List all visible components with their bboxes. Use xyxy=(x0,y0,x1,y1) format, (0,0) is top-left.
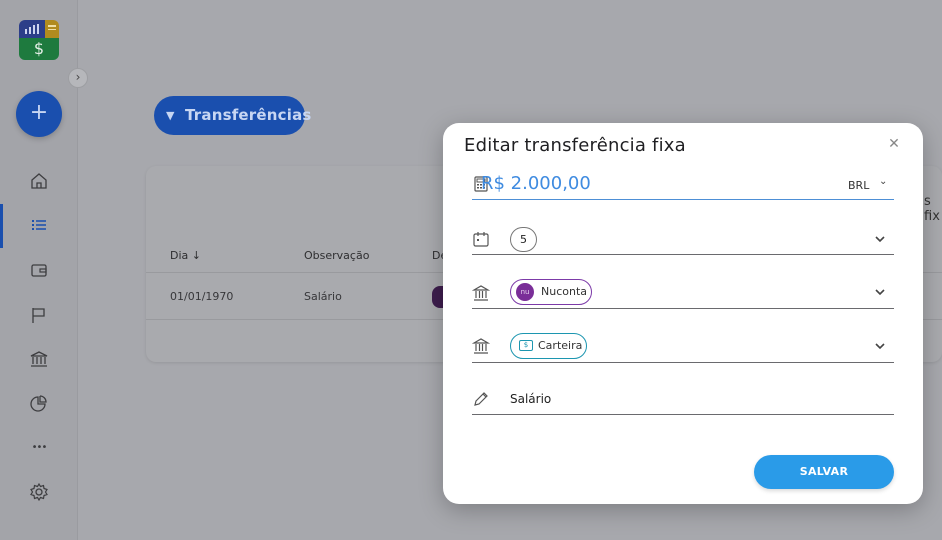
home-icon[interactable] xyxy=(28,170,50,192)
more-icon[interactable]: ••• xyxy=(28,437,50,459)
chevron-down-icon[interactable] xyxy=(872,284,888,300)
wallet-icon[interactable] xyxy=(28,259,50,281)
arrow-down-icon: ↓ xyxy=(191,249,201,262)
transfers-label: Transferências xyxy=(185,106,312,124)
save-button[interactable]: SALVAR xyxy=(754,455,894,489)
bank-icon xyxy=(472,285,490,301)
bank-icon xyxy=(472,338,490,354)
cell-observation: Salário xyxy=(304,290,342,303)
from-account-chip[interactable]: nu Nuconta xyxy=(510,279,592,305)
transfers-dropdown-button[interactable]: ▼ Transferências xyxy=(154,96,311,135)
chevron-right-icon[interactable]: › xyxy=(68,68,88,88)
pie-chart-icon[interactable] xyxy=(28,392,50,414)
edit-fixed-transfer-dialog: Editar transferência fixa ✕ R$ 2.000,00 … xyxy=(443,123,923,504)
cell-day: 01/01/1970 xyxy=(170,290,234,303)
wallet-icon: $ xyxy=(519,340,533,351)
clipped-header-text: s fix xyxy=(924,194,940,224)
bank-icon[interactable] xyxy=(28,348,50,370)
calendar-icon xyxy=(473,232,489,247)
chevron-down-icon[interactable] xyxy=(872,338,888,354)
amount-input[interactable]: R$ 2.000,00 xyxy=(481,173,591,194)
nubank-logo: nu xyxy=(516,283,534,301)
gear-icon[interactable] xyxy=(28,481,50,503)
column-header-day[interactable]: Dia ↓ xyxy=(170,249,201,262)
dollar-icon: $ xyxy=(33,39,45,58)
close-icon[interactable]: ✕ xyxy=(886,136,902,152)
sidebar: $ + ••• xyxy=(0,0,78,540)
pencil-icon xyxy=(474,392,488,406)
to-account-label: Carteira xyxy=(538,339,583,352)
bar-chart-icon xyxy=(25,24,39,34)
note-input[interactable]: Salário xyxy=(510,392,551,406)
chevron-down-icon[interactable] xyxy=(872,231,888,247)
column-header-observation[interactable]: Observação xyxy=(304,249,369,262)
day-chip[interactable]: 5 xyxy=(510,227,537,252)
chevron-down-icon[interactable]: ⌄ xyxy=(879,176,887,187)
from-account-label: Nuconta xyxy=(541,285,588,298)
lines-icon xyxy=(48,25,56,32)
add-button[interactable]: + xyxy=(16,91,62,137)
nav-active-indicator xyxy=(0,204,3,248)
dialog-title: Editar transferência fixa xyxy=(464,135,686,156)
chevron-down-icon: ▼ xyxy=(166,109,175,122)
currency-select[interactable]: BRL xyxy=(848,179,869,192)
app-logo[interactable]: $ xyxy=(19,20,59,60)
flag-icon[interactable] xyxy=(28,304,50,326)
to-account-chip[interactable]: $ Carteira xyxy=(510,333,587,359)
list-icon[interactable] xyxy=(28,214,50,236)
